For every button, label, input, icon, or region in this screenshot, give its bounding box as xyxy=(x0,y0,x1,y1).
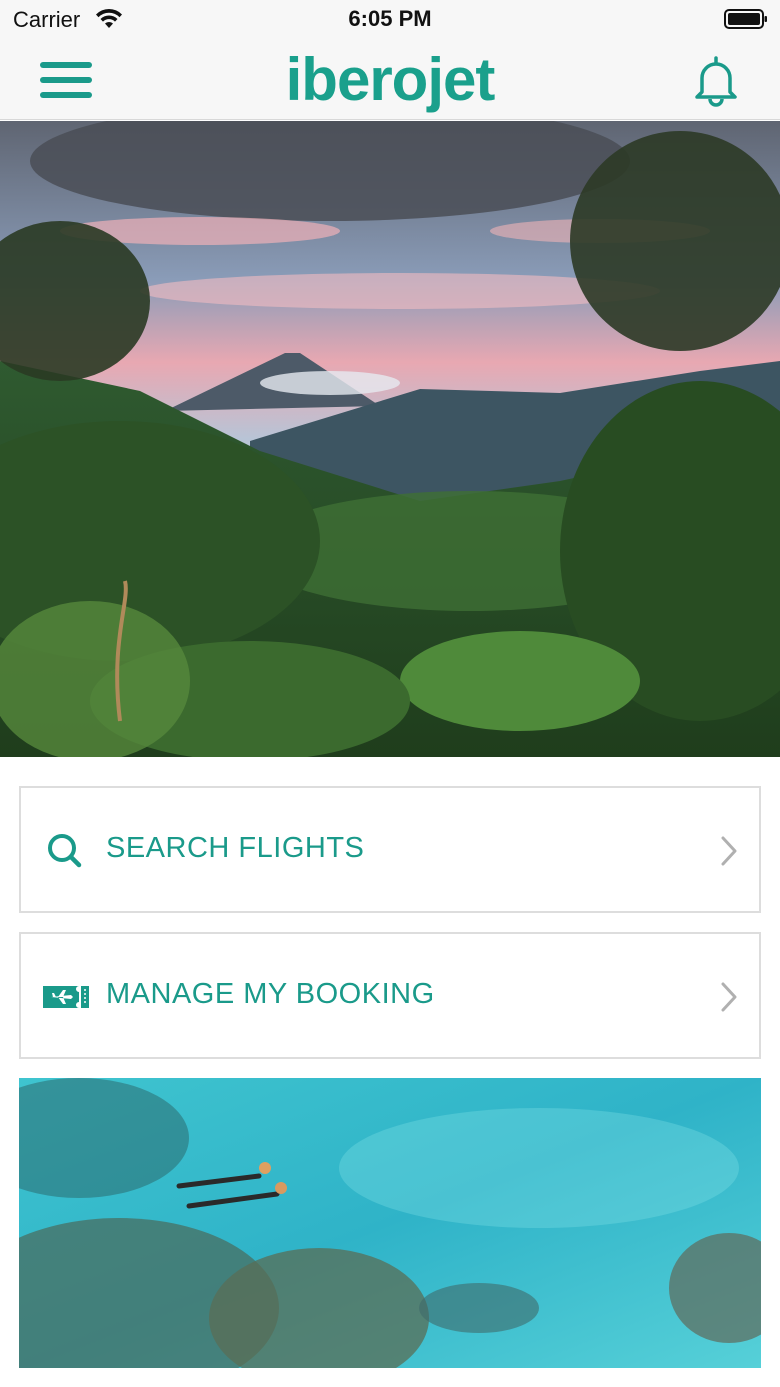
menu-button[interactable] xyxy=(40,60,92,100)
notifications-button[interactable] xyxy=(688,52,744,108)
menu-line xyxy=(40,92,92,98)
navigation-bar: iberojet xyxy=(0,40,780,120)
search-flights-button[interactable]: SEARCH FLIGHTS xyxy=(19,786,761,913)
promo-image[interactable] xyxy=(19,1078,761,1368)
logo-text: iberojet xyxy=(285,46,496,113)
chevron-right-icon xyxy=(721,836,737,866)
logo: iberojet xyxy=(270,42,510,118)
manage-booking-button[interactable]: MANAGE MY BOOKING xyxy=(19,932,761,1059)
manage-booking-label: MANAGE MY BOOKING xyxy=(106,978,435,1010)
bell-icon xyxy=(695,56,737,107)
battery-icon xyxy=(724,9,767,29)
search-flights-label: SEARCH FLIGHTS xyxy=(106,832,365,864)
search-icon xyxy=(48,834,82,868)
status-time: 6:05 PM xyxy=(348,6,432,31)
chevron-right-icon xyxy=(721,982,737,1012)
ticket-plane-icon xyxy=(43,986,89,1008)
hero-image xyxy=(0,121,780,757)
hamburger-menu-icon xyxy=(40,62,92,68)
menu-line xyxy=(40,77,92,83)
status-bar: Carrier 6:05 PM xyxy=(0,0,780,40)
